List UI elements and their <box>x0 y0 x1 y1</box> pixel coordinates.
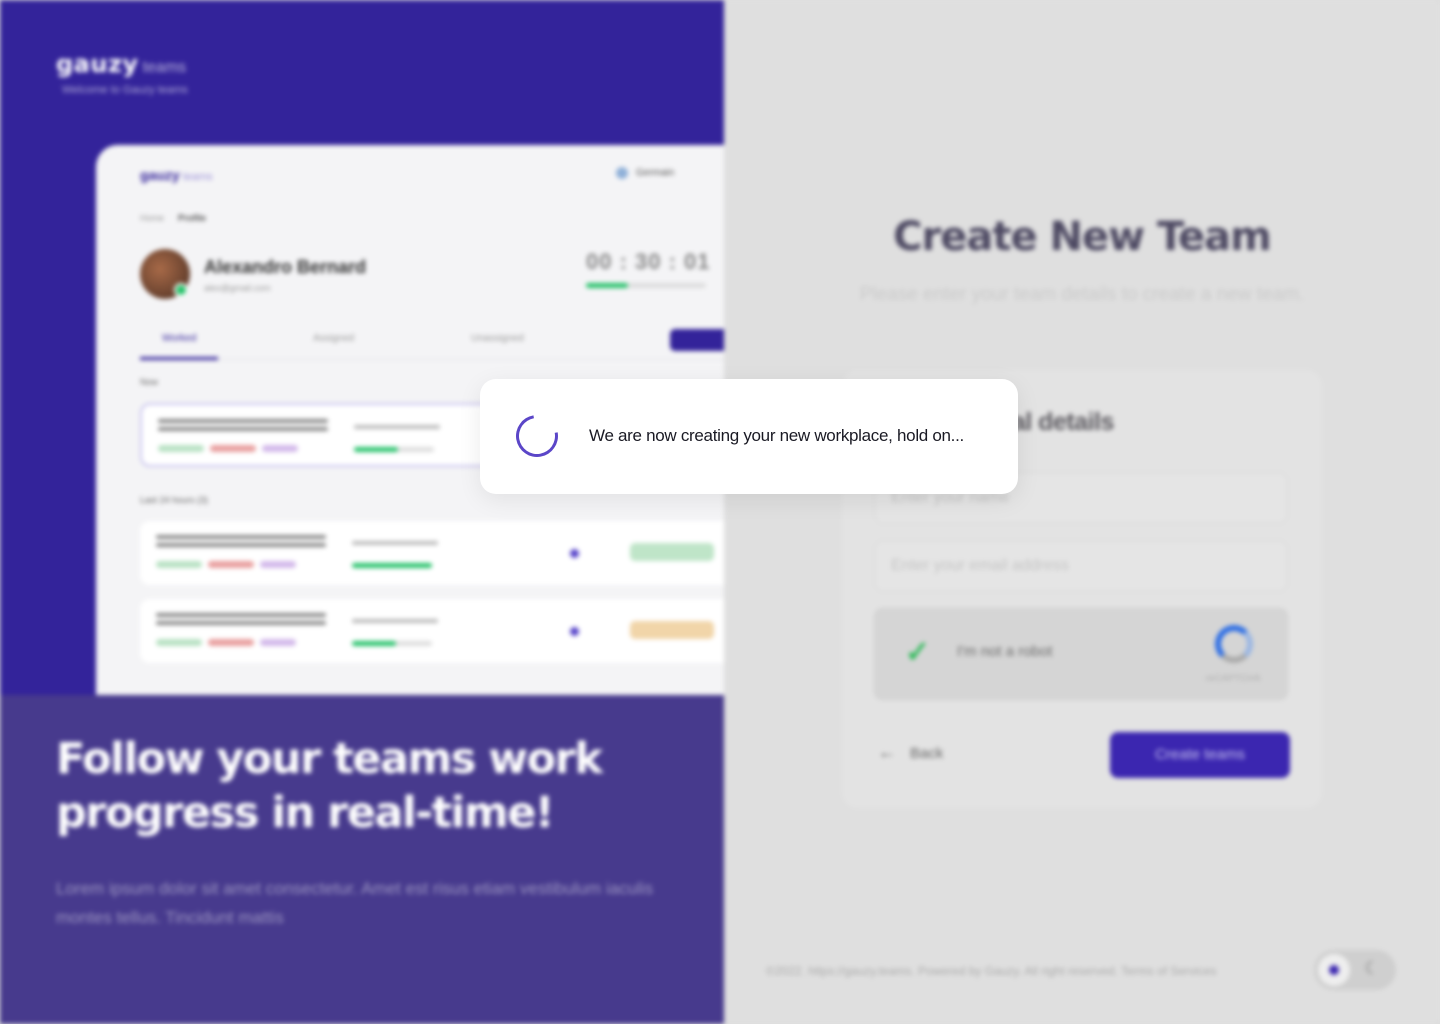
loading-spinner-icon <box>507 406 567 466</box>
loading-dialog: We are now creating your new workplace, … <box>480 379 1018 494</box>
loading-message: We are now creating your new workplace, … <box>589 426 964 445</box>
modal-overlay <box>0 0 1440 1024</box>
